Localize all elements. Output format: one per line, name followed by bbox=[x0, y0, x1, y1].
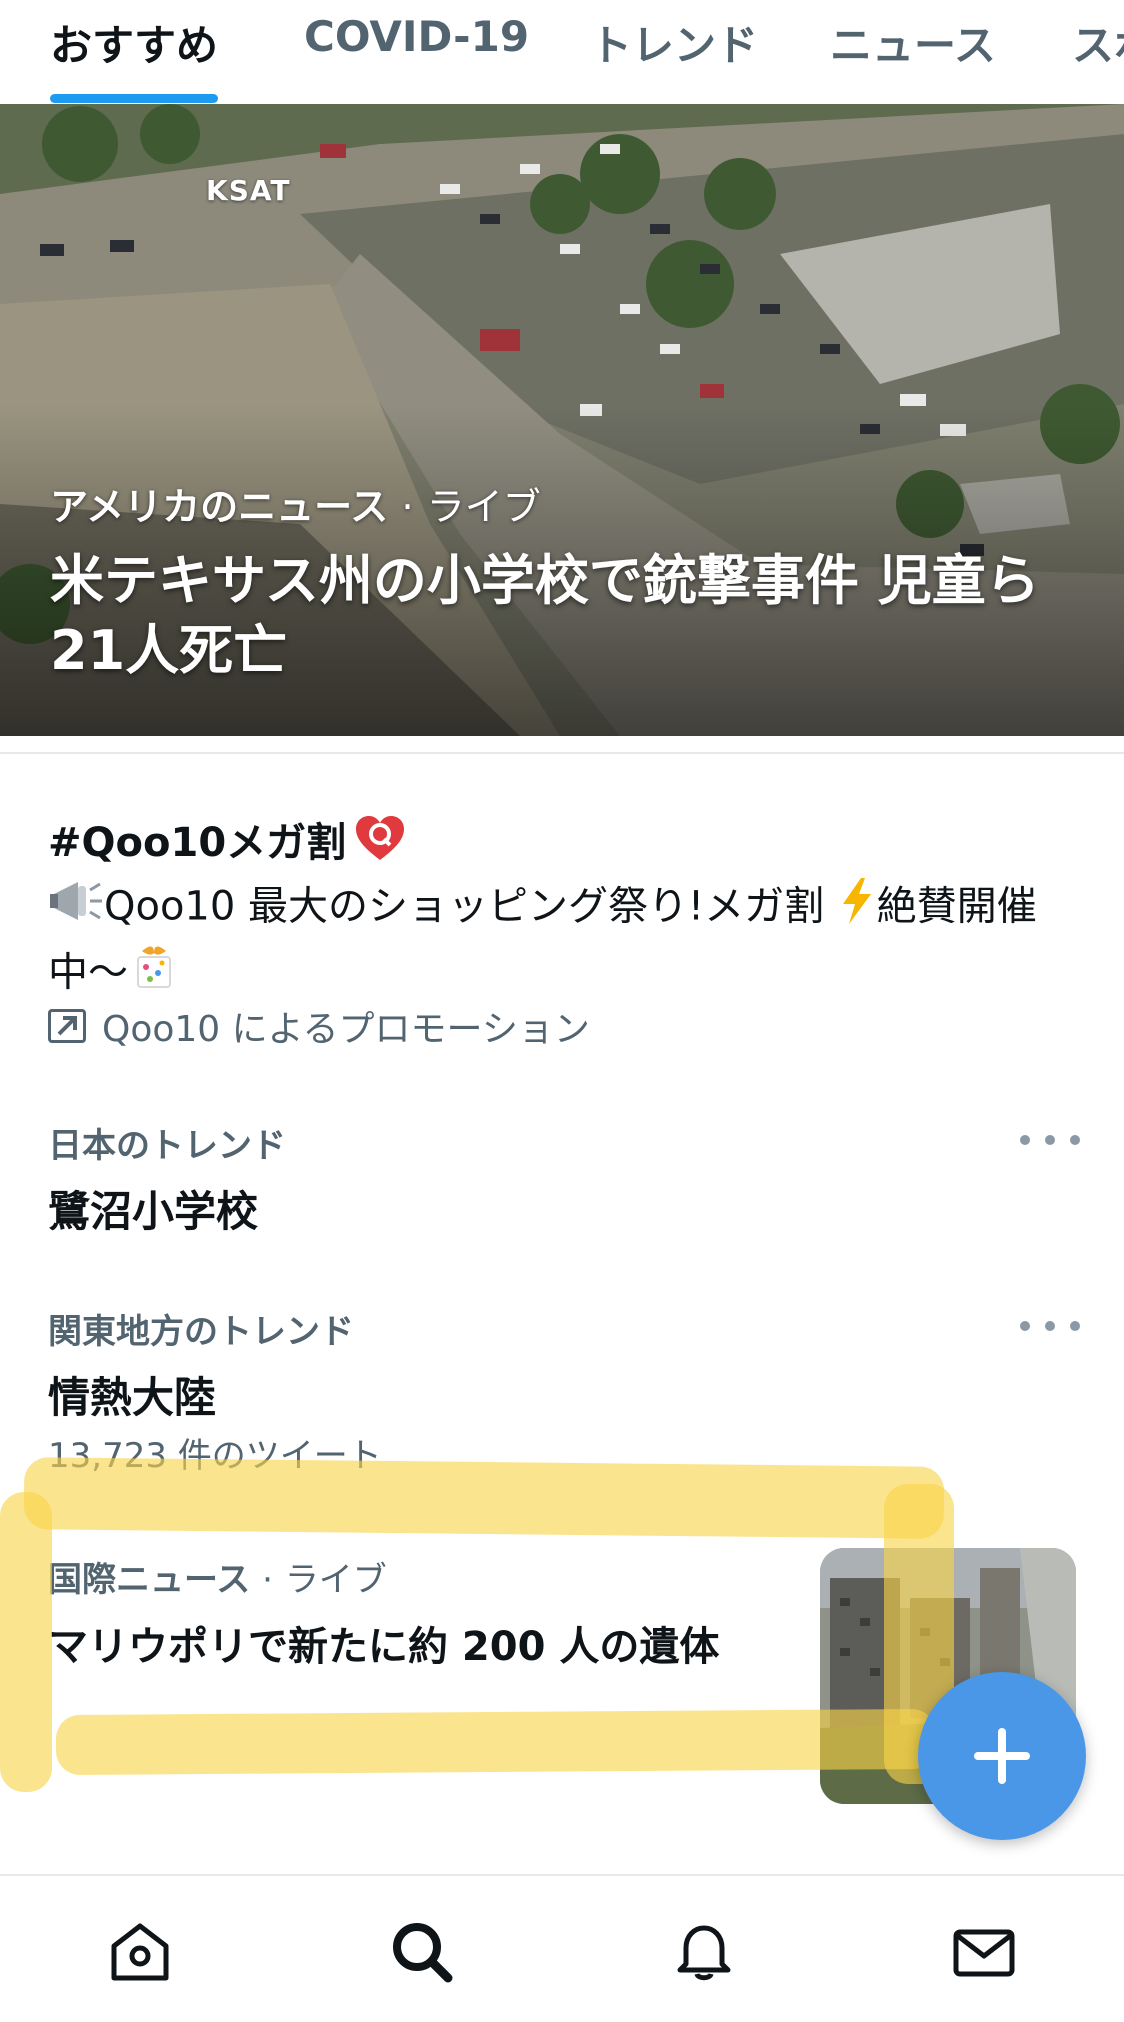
hero-watermark: KSAT bbox=[206, 174, 291, 207]
tab-covid19[interactable]: COVID-19 bbox=[304, 12, 529, 61]
mail-icon[interactable] bbox=[948, 1916, 1020, 1988]
tab-trending[interactable]: トレンド bbox=[590, 12, 758, 73]
hero-category: アメリカのニュース · ライブ bbox=[50, 485, 541, 529]
trend-name: 情熱大陸 bbox=[48, 1373, 217, 1422]
news-title: マリウポリで新たに約 200 人の遺体 bbox=[48, 1624, 720, 1670]
qoo10-heart-icon bbox=[354, 814, 406, 864]
active-tab-indicator bbox=[50, 94, 218, 103]
compose-button[interactable] bbox=[918, 1672, 1086, 1840]
trend-category: 日本のトレンド bbox=[48, 1126, 286, 1166]
promo-description: Qoo10 最大のショッピング祭り!メガ割 絶賛開催中〜 bbox=[48, 876, 1068, 1008]
trend-name: 鷺沼小学校 bbox=[48, 1187, 259, 1236]
tab-recommended[interactable]: おすすめ bbox=[50, 12, 218, 73]
promoted-arrow-icon bbox=[48, 1009, 86, 1043]
bell-icon[interactable] bbox=[668, 1916, 740, 1988]
gift-icon bbox=[128, 941, 180, 1008]
highlighter-mark bbox=[55, 1708, 937, 1776]
promo-sponsor: Qoo10 によるプロモーション bbox=[48, 1000, 590, 1052]
highlighter-mark bbox=[0, 1492, 52, 1792]
top-tab-bar: おすすめ COVID-19 トレンド ニュース スポ bbox=[0, 0, 1124, 104]
promo-title: #Qoo10メガ割 bbox=[48, 810, 406, 868]
highlighter-mark bbox=[23, 1457, 945, 1539]
more-options-icon[interactable] bbox=[1020, 1130, 1080, 1150]
bottom-navigation bbox=[0, 1874, 1124, 2022]
tab-sports[interactable]: スポ bbox=[1072, 12, 1124, 73]
more-options-icon[interactable] bbox=[1020, 1316, 1080, 1336]
news-category: 国際ニュース · ライブ bbox=[48, 1560, 387, 1600]
hero-news-card[interactable]: KSAT アメリカのニュース · ライブ 米テキサス州の小学校で銃撃事件 児童ら… bbox=[0, 104, 1124, 736]
megaphone-icon bbox=[48, 876, 104, 941]
search-icon[interactable] bbox=[386, 1916, 458, 1988]
trend-category: 関東地方のトレンド bbox=[48, 1312, 354, 1352]
lightning-icon bbox=[837, 876, 877, 941]
tab-news[interactable]: ニュース bbox=[830, 12, 996, 73]
home-icon[interactable] bbox=[104, 1916, 176, 1988]
hero-title: 米テキサス州の小学校で銃撃事件 児童ら 21人死亡 bbox=[50, 549, 1040, 682]
divider bbox=[0, 752, 1124, 754]
